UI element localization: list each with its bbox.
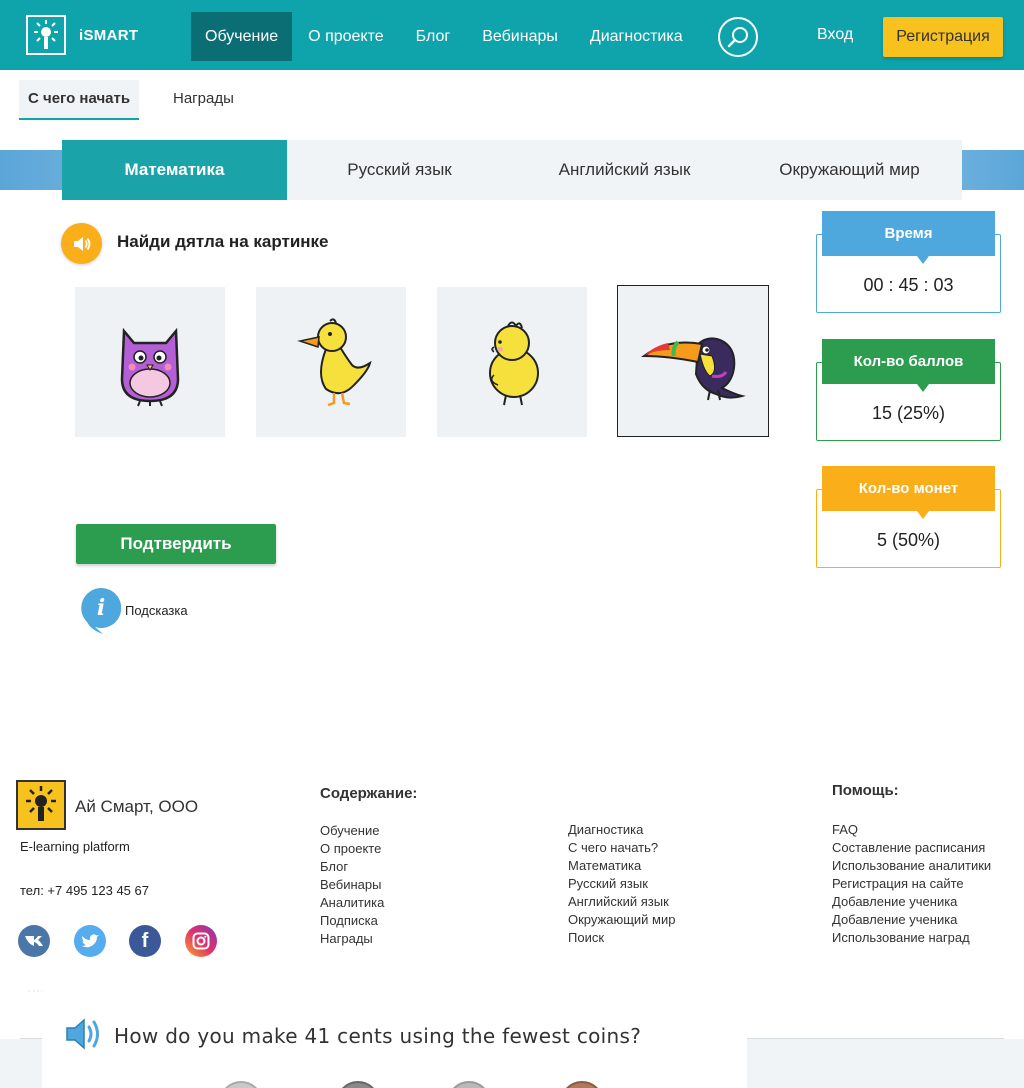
tab-english[interactable]: Английский язык (512, 140, 737, 200)
nav-item-about[interactable]: О проекте (292, 12, 399, 61)
footer-contents-list-1: Обучение О проекте Блог Вебинары Аналити… (320, 822, 384, 948)
search-icon (727, 27, 748, 48)
footer-link[interactable]: FAQ (832, 821, 991, 839)
subject-tabs: Математика Русский язык Английский язык … (62, 140, 962, 200)
footer-contents-list-2: Диагностика С чего начать? Математика Ру… (568, 821, 675, 947)
tab-math[interactable]: Математика (62, 140, 287, 200)
logo-text: iSMART (79, 26, 139, 44)
footer-help-list: FAQ Составление расписания Использование… (832, 821, 991, 947)
footer-link[interactable]: Подписка (320, 912, 384, 930)
footer-phone: тел: +7 495 123 45 67 (20, 883, 149, 898)
duck-icon (297, 317, 372, 406)
footer-link[interactable]: С чего начать? (568, 839, 675, 857)
footer-logo[interactable] (16, 780, 66, 830)
nav-item-blog[interactable]: Блог (400, 12, 467, 61)
nav-item-diagnostics[interactable]: Диагностика (574, 12, 699, 61)
overlay-speaker-icon[interactable] (65, 1018, 103, 1055)
tab-russian[interactable]: Русский язык (287, 140, 512, 200)
overlay-question: How do you make 41 cents using the fewes… (114, 1024, 642, 1048)
footer-link[interactable]: Поиск (568, 929, 675, 947)
site-logo[interactable]: iSMART (26, 15, 138, 55)
footer-company-name: Ай Смарт, ООО (75, 797, 199, 816)
time-value: 00 : 45 : 03 (863, 275, 954, 295)
vk-icon[interactable] (18, 925, 50, 957)
footer-tagline: E-learning platform (20, 839, 130, 854)
search-button[interactable] (718, 17, 758, 57)
coins-value: 5 (50%) (876, 530, 941, 550)
hint-label[interactable]: Подсказка (125, 603, 188, 618)
footer-link[interactable]: Аналитика (320, 894, 384, 912)
question-text: Найди дятла на картинке (117, 232, 329, 251)
footer-contents-heading: Содержание: (320, 785, 418, 802)
footer-link[interactable]: О проекте (320, 840, 384, 858)
top-header: iSMART Обучение О проекте Блог Вебинары … (0, 0, 1024, 70)
coins-label: Кол-во монет (822, 466, 995, 519)
nav-item-learning[interactable]: Обучение (191, 12, 293, 61)
logo-bulb-icon (26, 15, 66, 55)
score-value: 15 (25%) (871, 403, 946, 423)
footer-link[interactable]: Добавление ученика (832, 911, 991, 929)
answer-option-2[interactable] (256, 287, 406, 437)
footer-help-heading: Помощь: (832, 782, 899, 799)
owl-icon (120, 327, 180, 407)
subtab-rewards[interactable]: Награды (164, 80, 243, 120)
confirm-button[interactable]: Подтвердить (76, 524, 276, 564)
play-audio-button[interactable] (61, 223, 102, 264)
twitter-icon[interactable] (74, 925, 106, 957)
footer-link[interactable]: Диагностика (568, 821, 675, 839)
svg-text:i: i (97, 595, 105, 621)
footer-link[interactable]: Добавление ученика (832, 893, 991, 911)
score-label: Кол-во баллов (822, 339, 995, 392)
footer-link[interactable]: Регистрация на сайте (832, 875, 991, 893)
logo-bulb-icon (26, 786, 56, 821)
login-link[interactable]: Вход (817, 26, 853, 44)
footer-link[interactable]: Блог (320, 858, 384, 876)
answer-option-3[interactable] (437, 287, 587, 437)
nav-item-webinars[interactable]: Вебинары (466, 12, 574, 61)
footer-link[interactable]: Использование наград (832, 929, 991, 947)
footer-link[interactable]: Награды (320, 930, 384, 948)
time-label: Время (822, 211, 995, 264)
footer-link[interactable]: Английский язык (568, 893, 675, 911)
main-nav: Обучение О проекте Блог Вебинары Диагнос… (191, 12, 699, 61)
footer-link[interactable]: Вебинары (320, 876, 384, 894)
facebook-icon[interactable]: f (129, 925, 161, 957)
toucan-icon (640, 337, 746, 401)
answer-option-1[interactable] (75, 287, 225, 437)
instagram-icon[interactable] (185, 925, 217, 957)
speaker-icon (73, 236, 90, 251)
answer-option-4[interactable] (617, 285, 769, 437)
footer-link[interactable]: Математика (568, 857, 675, 875)
tab-world[interactable]: Окружающий мир (737, 140, 962, 200)
footer-link[interactable]: Использование аналитики (832, 857, 991, 875)
chick-icon (489, 321, 539, 405)
footer-link[interactable]: Обучение (320, 822, 384, 840)
hint-info-icon[interactable]: i (81, 587, 122, 634)
footer-link[interactable]: Окружающий мир (568, 911, 675, 929)
footer-link[interactable]: Составление расписания (832, 839, 991, 857)
footer-link[interactable]: Русский язык (568, 875, 675, 893)
register-button[interactable]: Регистрация (883, 17, 1003, 57)
subtab-getting-started[interactable]: С чего начать (19, 80, 140, 120)
